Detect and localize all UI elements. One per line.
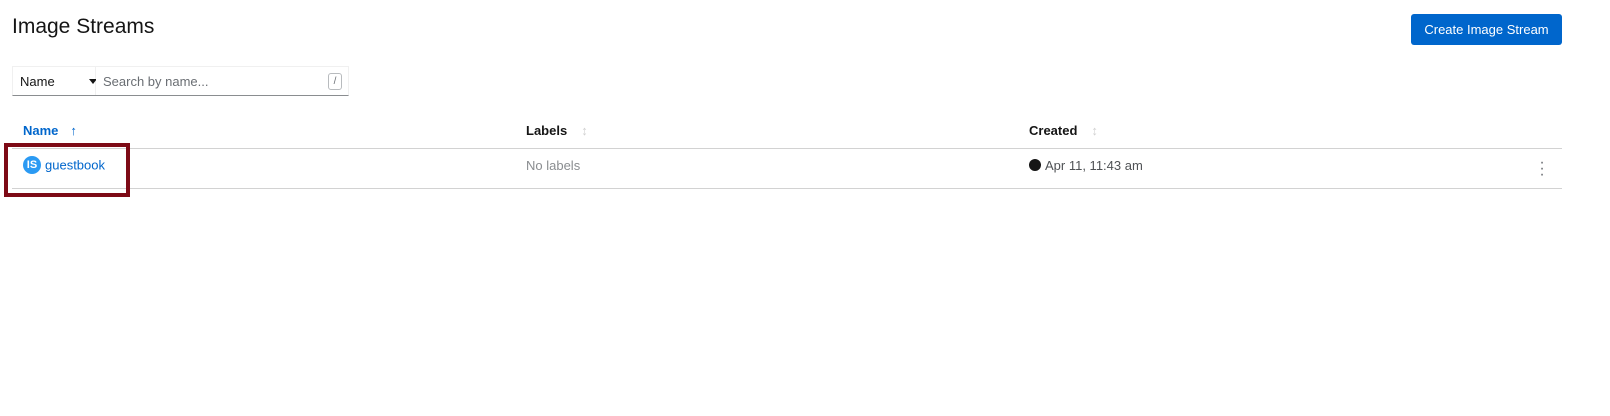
sort-ascending-icon: ↑ bbox=[70, 123, 77, 138]
divider bbox=[12, 148, 1562, 149]
search-input[interactable] bbox=[96, 67, 348, 95]
divider bbox=[12, 188, 1562, 189]
column-label: Name bbox=[23, 123, 59, 138]
create-image-stream-button[interactable]: Create Image Stream bbox=[1411, 14, 1562, 45]
created-cell: Apr 11, 11:43 am bbox=[1029, 158, 1143, 173]
page-title: Image Streams bbox=[12, 15, 155, 38]
globe-icon bbox=[1029, 159, 1041, 171]
filter-type-label: Name bbox=[20, 73, 55, 89]
kebab-menu-icon[interactable]: · · · bbox=[1538, 155, 1546, 183]
column-header-name[interactable]: Name ↑ bbox=[23, 123, 77, 138]
sort-icon: ↕ bbox=[1091, 123, 1098, 138]
keyboard-shortcut-hint: / bbox=[328, 73, 342, 90]
column-label: Labels bbox=[526, 123, 568, 138]
filter-type-dropdown[interactable]: Name bbox=[13, 67, 97, 95]
column-header-created[interactable]: Created ↕ bbox=[1029, 123, 1098, 138]
column-label: Created bbox=[1029, 123, 1078, 138]
column-header-labels[interactable]: Labels ↕ bbox=[526, 123, 588, 138]
highlight-box bbox=[4, 143, 130, 197]
filter-toolbar: Name / bbox=[12, 66, 349, 96]
created-timestamp: Apr 11, 11:43 am bbox=[1045, 158, 1143, 173]
labels-cell: No labels bbox=[526, 158, 581, 173]
sort-icon: ↕ bbox=[581, 123, 588, 138]
